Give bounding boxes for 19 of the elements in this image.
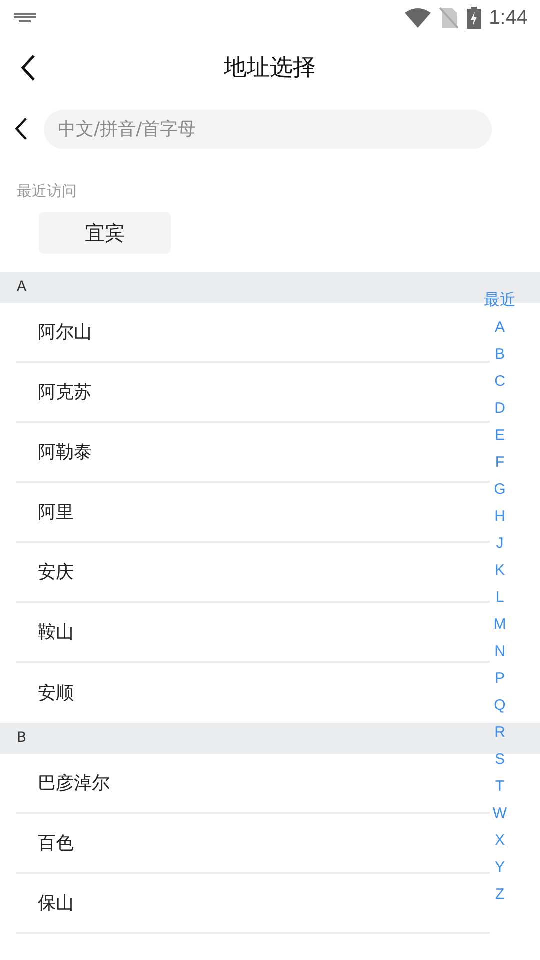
- back-button[interactable]: [20, 54, 36, 82]
- city-item[interactable]: 阿克苏: [16, 363, 490, 423]
- clock-time: 1:44: [489, 6, 528, 31]
- city-item[interactable]: 阿勒泰: [16, 423, 490, 483]
- city-chip[interactable]: 宜宾: [39, 212, 171, 254]
- city-item[interactable]: 保山: [16, 874, 490, 934]
- city-item[interactable]: 巴彦淖尔: [16, 754, 490, 814]
- section-label: 最近访问: [16, 181, 78, 202]
- city-item[interactable]: 安庆: [16, 543, 490, 603]
- city-item[interactable]: 鞍山: [16, 603, 490, 663]
- search-field[interactable]: 中文/拼音/首字母: [44, 110, 492, 148]
- page-title: 地址选择: [224, 54, 316, 83]
- battery-icon: [467, 7, 482, 29]
- city-item[interactable]: 百色: [16, 814, 490, 874]
- keyboard-icon: [14, 13, 36, 23]
- no-sim-icon: [439, 7, 460, 29]
- wifi-icon: [405, 8, 432, 28]
- city-item[interactable]: 阿里: [16, 483, 490, 543]
- back-button[interactable]: [14, 117, 28, 141]
